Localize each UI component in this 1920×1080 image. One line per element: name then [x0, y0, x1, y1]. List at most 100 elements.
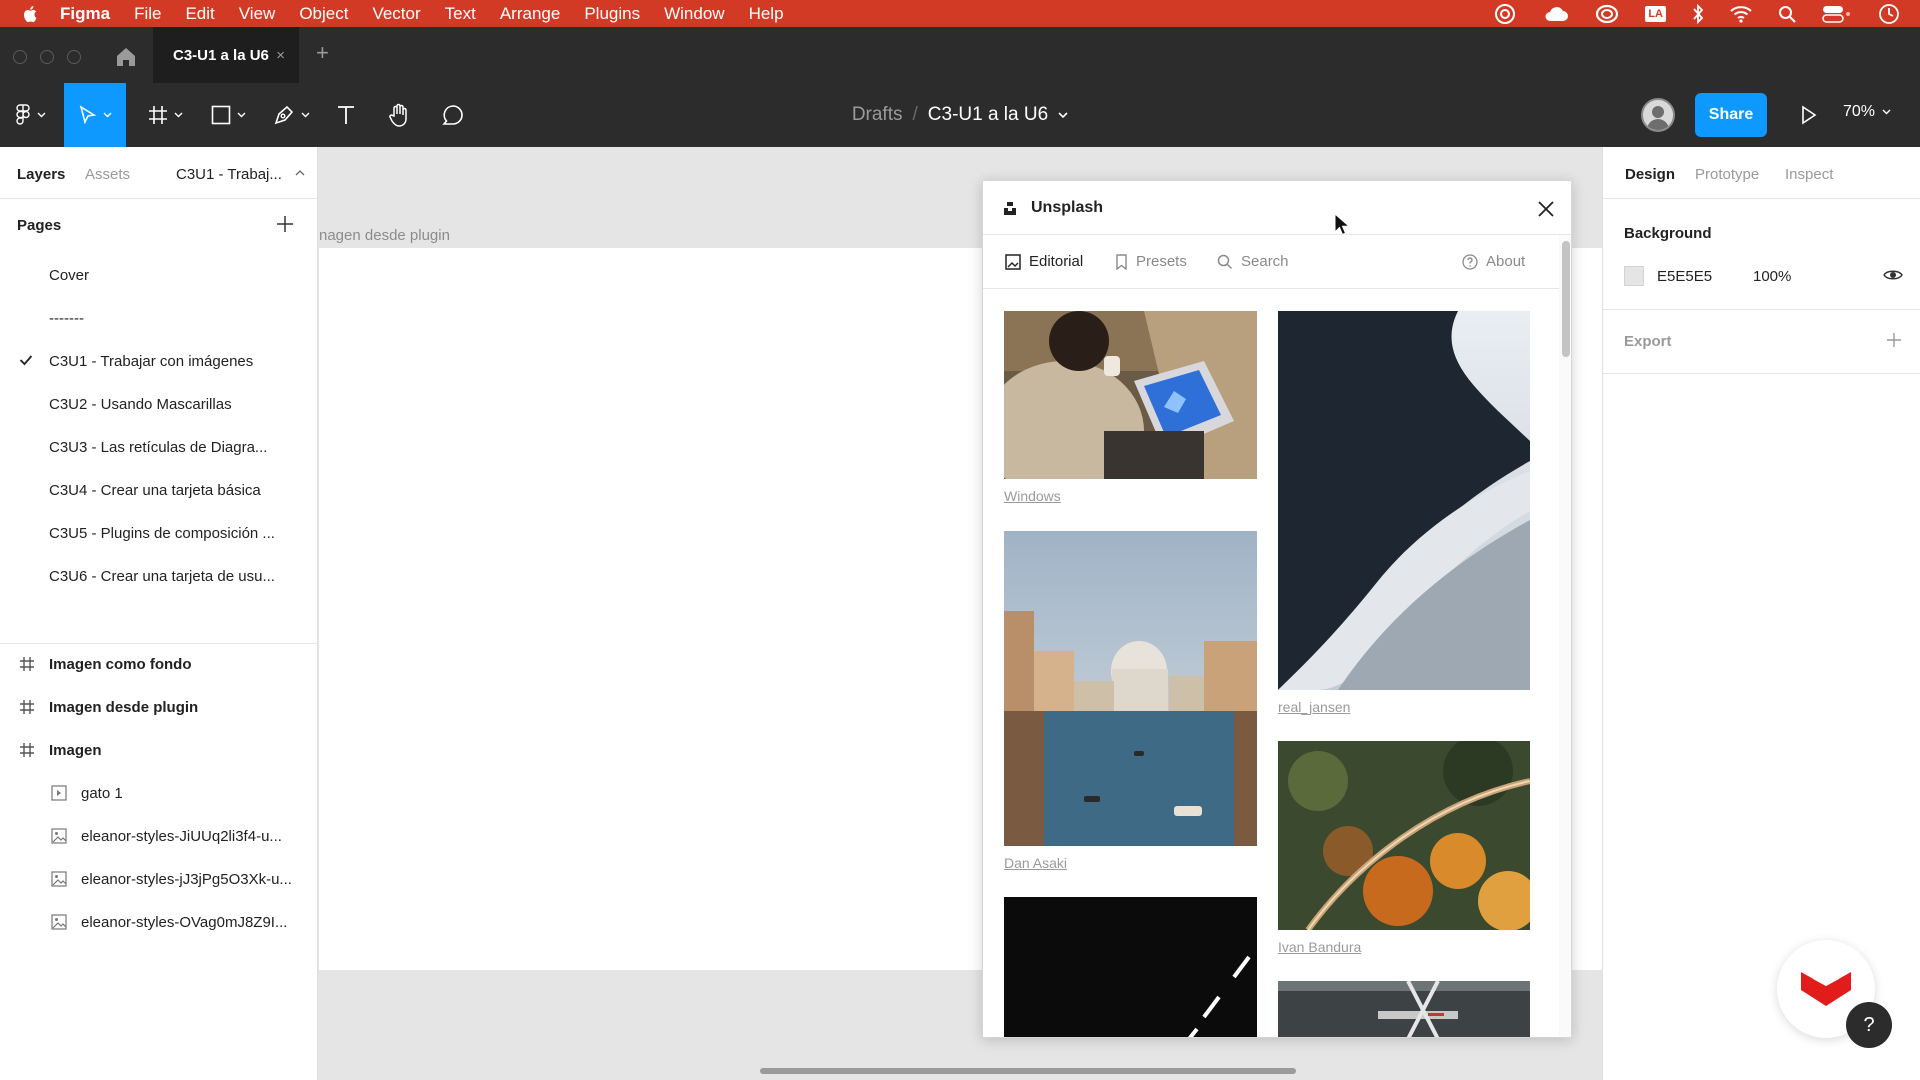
page-item[interactable]: C3U2 - Usando Mascarillas — [0, 383, 318, 426]
page-item-current[interactable]: C3U1 - Trabajar con imágenes — [0, 340, 318, 383]
background-opacity-value[interactable]: 100% — [1753, 268, 1791, 285]
layer-frame[interactable]: Imagen — [0, 729, 318, 772]
control-center-icon[interactable] — [1822, 5, 1852, 23]
unsplash-photo[interactable] — [1278, 311, 1530, 690]
menu-arrange[interactable]: Arrange — [500, 4, 560, 24]
window-minimize-button[interactable] — [40, 50, 54, 64]
hand-tool-button[interactable] — [382, 83, 416, 147]
zoom-dropdown[interactable]: 70% — [1843, 103, 1891, 121]
chevron-down-icon[interactable] — [1058, 111, 1068, 119]
plugin-scrollbar-thumb[interactable] — [1562, 241, 1570, 357]
text-tool-button[interactable] — [330, 83, 362, 147]
shape-tool-button[interactable] — [204, 83, 252, 147]
menu-edit[interactable]: Edit — [185, 4, 214, 24]
layer-component[interactable]: gato 1 — [0, 772, 318, 815]
layer-image[interactable]: eleanor-styles-jJ3jPg5O3Xk-u... — [0, 858, 318, 901]
close-icon[interactable] — [1535, 198, 1557, 220]
unsplash-photo[interactable] — [1004, 311, 1257, 479]
new-tab-button[interactable]: + — [316, 40, 329, 66]
nav-search[interactable]: Search — [1217, 253, 1289, 270]
window-close-button[interactable] — [13, 50, 27, 64]
window-zoom-button[interactable] — [67, 50, 81, 64]
checkmark-icon — [19, 355, 33, 366]
menu-help[interactable]: Help — [749, 4, 784, 24]
page-item-label: C3U5 - Plugins de composición ... — [49, 525, 275, 542]
breadcrumb-file-name[interactable]: C3-U1 a la U6 — [928, 104, 1048, 126]
tab-inspect[interactable]: Inspect — [1785, 166, 1833, 183]
layer-image[interactable]: eleanor-styles-OVag0mJ8Z9I... — [0, 901, 318, 944]
export-section-title[interactable]: Export — [1624, 333, 1672, 350]
background-color-swatch[interactable] — [1624, 266, 1644, 286]
adobe-icon[interactable] — [1595, 3, 1619, 25]
present-play-icon[interactable] — [1794, 101, 1822, 129]
background-hex-value[interactable]: E5E5E5 — [1657, 268, 1712, 285]
pen-tool-button[interactable] — [266, 83, 316, 147]
file-tab[interactable]: C3-U1 a la U6 × — [153, 27, 299, 83]
page-item[interactable]: C3U5 - Plugins de composición ... — [0, 512, 318, 555]
menu-vector[interactable]: Vector — [372, 4, 420, 24]
plugin-header[interactable]: Unsplash — [983, 181, 1571, 235]
nav-editorial[interactable]: Editorial — [1005, 253, 1083, 270]
apple-icon[interactable] — [22, 5, 40, 23]
tab-layers[interactable]: Layers — [17, 166, 65, 183]
tab-design[interactable]: Design — [1625, 166, 1675, 183]
la-icon[interactable]: LA — [1645, 5, 1666, 22]
page-selector[interactable]: C3U1 - Trabaj... — [176, 166, 282, 183]
menu-app-name[interactable]: Figma — [60, 4, 110, 24]
page-item[interactable]: C3U3 - Las retículas de Diagra... — [0, 426, 318, 469]
help-button[interactable]: ? — [1846, 1002, 1892, 1048]
menu-file[interactable]: File — [134, 4, 161, 24]
tab-assets[interactable]: Assets — [85, 166, 130, 183]
share-button[interactable]: Share — [1695, 93, 1767, 137]
main-menu-button[interactable] — [0, 83, 60, 147]
photo-credit-link[interactable]: Ivan Bandura — [1278, 939, 1361, 955]
layer-image[interactable]: eleanor-styles-JiUUq2li3f4-u... — [0, 815, 318, 858]
add-page-icon[interactable] — [274, 213, 296, 235]
canvas-frame-label[interactable]: nagen desde plugin — [319, 227, 450, 244]
wifi-icon[interactable] — [1730, 5, 1752, 23]
unsplash-photo[interactable] — [1278, 981, 1530, 1037]
chevron-up-icon[interactable] — [295, 170, 305, 176]
menu-text[interactable]: Text — [445, 4, 476, 24]
page-item-label: C3U1 - Trabajar con imágenes — [49, 353, 254, 370]
move-tool-button[interactable] — [64, 83, 126, 147]
layer-frame[interactable]: Imagen como fondo — [0, 643, 318, 686]
nav-search-label: Search — [1241, 253, 1289, 270]
photo-forest-road-image — [1278, 741, 1530, 930]
add-export-icon[interactable] — [1885, 331, 1903, 349]
frame-tool-button[interactable] — [140, 83, 190, 147]
cloud-icon[interactable] — [1543, 5, 1569, 23]
home-icon[interactable] — [114, 45, 138, 69]
clock-icon[interactable] — [1878, 3, 1900, 25]
eye-icon[interactable] — [1883, 268, 1903, 282]
page-item[interactable]: C3U4 - Crear una tarjeta básica — [0, 469, 318, 512]
nav-presets[interactable]: Presets — [1115, 253, 1187, 270]
bluetooth-icon[interactable] — [1692, 3, 1704, 24]
menu-window[interactable]: Window — [664, 4, 724, 24]
unsplash-photo[interactable] — [1004, 897, 1257, 1037]
photo-credit-link[interactable]: Dan Asaki — [1004, 855, 1067, 871]
avatar[interactable] — [1641, 98, 1675, 132]
nav-about[interactable]: About — [1462, 253, 1525, 270]
photo-credit-link[interactable]: Windows — [1004, 488, 1061, 504]
tab-close-icon[interactable]: × — [276, 47, 285, 64]
photo-credit-link[interactable]: real_jansen — [1278, 699, 1350, 715]
canvas-horizontal-scrollbar[interactable] — [760, 1068, 1296, 1074]
menu-view[interactable]: View — [239, 4, 276, 24]
page-item[interactable]: ------- — [0, 297, 318, 340]
page-item[interactable]: Cover — [0, 254, 318, 297]
creative-cloud-icon[interactable] — [1493, 3, 1517, 25]
comment-tool-button[interactable] — [436, 83, 470, 147]
page-item[interactable]: C3U6 - Crear una tarjeta de usu... — [0, 555, 318, 598]
menu-bar: Figma File Edit View Object Vector Text … — [0, 0, 1920, 27]
photo-dark-road-image — [1004, 897, 1257, 1037]
breadcrumb-drafts[interactable]: Drafts — [852, 104, 903, 126]
unsplash-photo[interactable] — [1004, 531, 1257, 846]
layer-frame[interactable]: Imagen desde plugin — [0, 686, 318, 729]
menu-object[interactable]: Object — [299, 4, 348, 24]
photo-building-image — [1278, 981, 1530, 1037]
tab-prototype[interactable]: Prototype — [1695, 166, 1759, 183]
spotlight-icon[interactable] — [1778, 5, 1796, 23]
menu-plugins[interactable]: Plugins — [584, 4, 640, 24]
unsplash-photo[interactable] — [1278, 741, 1530, 930]
